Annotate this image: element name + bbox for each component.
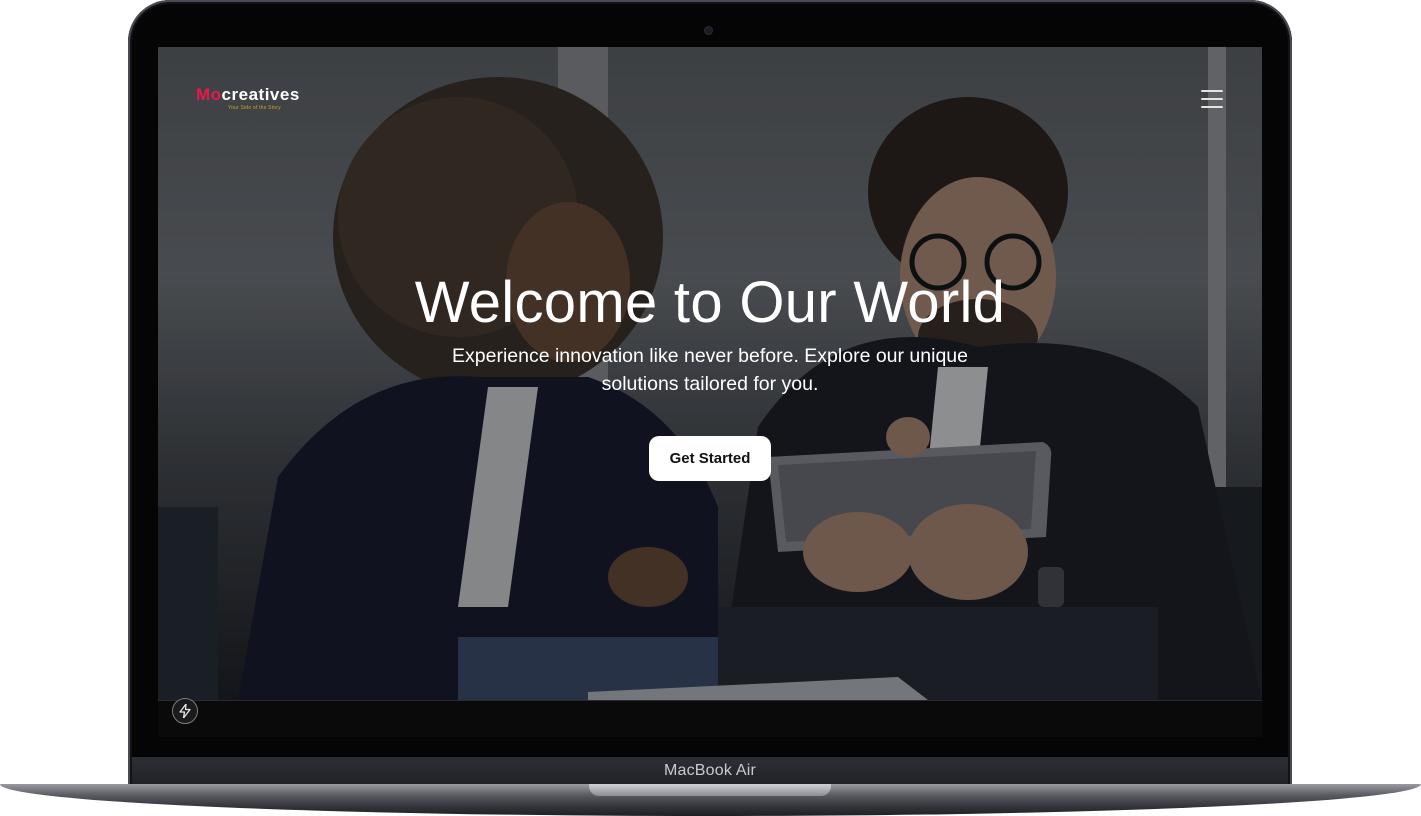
hero-title: Welcome to Our World xyxy=(414,270,1006,335)
hero-subtitle: Experience innovation like never before.… xyxy=(452,345,968,395)
screen-bottom-bar xyxy=(158,700,1262,737)
website-screen: Mocreatives Your Side of the Story Welco… xyxy=(158,47,1262,737)
laptop-opening-notch xyxy=(589,784,831,796)
bolt-glyph xyxy=(179,704,191,718)
camera-icon xyxy=(705,27,712,34)
logo-prefix: Mo xyxy=(196,85,222,104)
logo-tagline: Your Side of the Story xyxy=(228,105,281,111)
hamburger-menu-icon[interactable] xyxy=(1201,89,1223,109)
lightning-bolt-icon[interactable] xyxy=(172,698,198,724)
logo-suffix: creatives xyxy=(221,85,300,104)
device-model-label: MacBook Air xyxy=(663,762,756,779)
site-logo[interactable]: Mocreatives xyxy=(196,85,300,105)
get-started-button[interactable]: Get Started xyxy=(649,436,771,481)
hero-section: Mocreatives Your Side of the Story Welco… xyxy=(158,47,1262,700)
menu-line xyxy=(1201,106,1223,108)
menu-line xyxy=(1201,90,1223,92)
menu-line xyxy=(1201,98,1223,100)
laptop-chin: MacBook Air xyxy=(132,757,1288,786)
